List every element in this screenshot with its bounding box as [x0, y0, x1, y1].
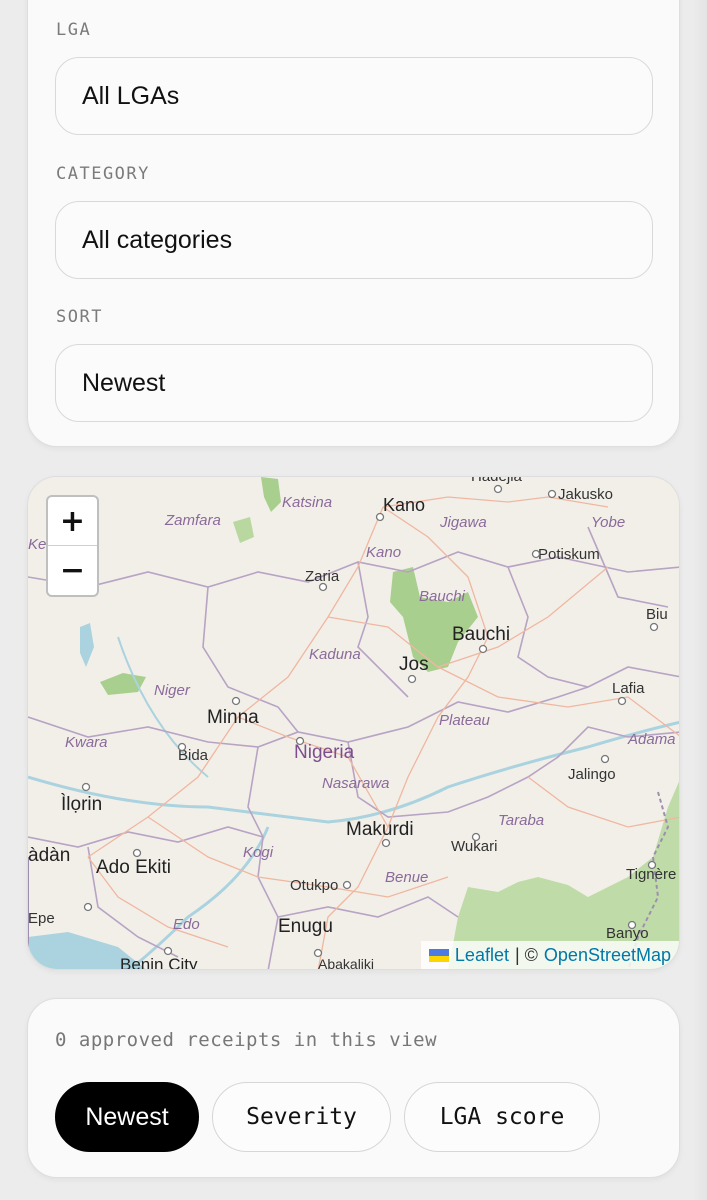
- map-label-taraba: Taraba: [498, 812, 544, 829]
- map-label-edo: Edo: [173, 916, 200, 933]
- map-label-nigeria: Nigeria: [294, 742, 355, 763]
- map-label-minna: Minna: [207, 707, 259, 728]
- map-label-zaria: Zaria: [305, 568, 340, 585]
- lga-select[interactable]: All LGAs: [55, 57, 653, 135]
- map-label-katsina: Katsina: [282, 494, 332, 511]
- map-label-kano-city: Kano: [383, 495, 425, 515]
- map-label-kaduna: Kaduna: [309, 646, 361, 663]
- sort-newest-button[interactable]: Newest: [55, 1082, 199, 1152]
- map-label-niger: Niger: [154, 682, 191, 699]
- map-label-enugu: Enugu: [278, 916, 333, 937]
- map-attribution: Leaflet | © OpenStreetMap: [420, 941, 679, 969]
- map-label-kogi: Kogi: [243, 844, 274, 861]
- map-label-ilorin: Ìlọrin: [61, 794, 102, 815]
- results-count: 0 approved receipts in this view: [55, 1029, 438, 1051]
- osm-link[interactable]: OpenStreetMap: [544, 945, 671, 966]
- leaflet-link[interactable]: Leaflet: [455, 945, 509, 966]
- map-label-abakaliki: Abakaliki: [318, 956, 374, 970]
- sort-severity-button[interactable]: Severity: [212, 1082, 391, 1152]
- scrollbar-track[interactable]: [693, 0, 707, 1200]
- map-label-jakusko: Jakusko: [558, 486, 613, 503]
- map-label-hadejia: Hadejia: [471, 477, 523, 485]
- map-label-benue: Benue: [385, 869, 428, 886]
- map-label-otukpo: Otukpo: [290, 877, 338, 894]
- map-label-makurdi: Makurdi: [346, 819, 414, 840]
- sort-label: SORT: [56, 307, 103, 327]
- attribution-separator: | ©: [514, 944, 538, 965]
- category-label: CATEGORY: [56, 164, 150, 184]
- map-label-kano-state: Kano: [366, 544, 401, 561]
- map-label-bauchi-city: Bauchi: [452, 624, 510, 645]
- filters-panel: LGA All LGAs CATEGORY All categories SOR…: [27, 0, 680, 447]
- map-label-bauchi-state: Bauchi: [419, 588, 466, 605]
- map-label-nasarawa: Nasarawa: [322, 775, 390, 792]
- map-label-jigawa: Jigawa: [439, 514, 487, 531]
- zoom-out-button[interactable]: −: [48, 546, 97, 595]
- zoom-in-button[interactable]: +: [48, 497, 97, 546]
- map-label-plateau: Plateau: [439, 712, 491, 729]
- map-label-zamfara: Zamfara: [164, 512, 221, 529]
- results-panel: 0 approved receipts in this view Newest …: [27, 998, 680, 1178]
- map-label-yobe: Yobe: [591, 514, 625, 531]
- category-select[interactable]: All categories: [55, 201, 653, 279]
- map-tiles[interactable]: Hadejia Kano Jakusko Katsina Zamfara Jig…: [28, 477, 680, 970]
- map-label-potiskum: Potiskum: [538, 546, 600, 563]
- map-label-jalingo: Jalingo: [568, 766, 616, 783]
- map-label-jos: Jos: [399, 654, 429, 675]
- zoom-control: + −: [46, 495, 99, 597]
- map-label-ado-ekiti: Ado Ekiti: [96, 857, 171, 878]
- lga-label: LGA: [56, 20, 92, 40]
- map-label-benin-city: Benin City: [120, 955, 198, 970]
- sort-lga-score-button[interactable]: LGA score: [404, 1082, 600, 1152]
- map-label-epe: Epe: [28, 910, 55, 927]
- ukraine-flag-icon: [428, 948, 449, 962]
- map-label-ibadan: àdàn: [28, 845, 70, 866]
- map-label-biu: Biu: [646, 606, 668, 623]
- map-container[interactable]: Hadejia Kano Jakusko Katsina Zamfara Jig…: [27, 476, 680, 970]
- map-label-lafia: Lafia: [612, 680, 645, 697]
- map-label-adamawa: Adama: [627, 731, 676, 748]
- map-label-kwara: Kwara: [65, 734, 108, 751]
- sort-select[interactable]: Newest: [55, 344, 653, 422]
- map-label-banyo: Banyo: [606, 925, 649, 942]
